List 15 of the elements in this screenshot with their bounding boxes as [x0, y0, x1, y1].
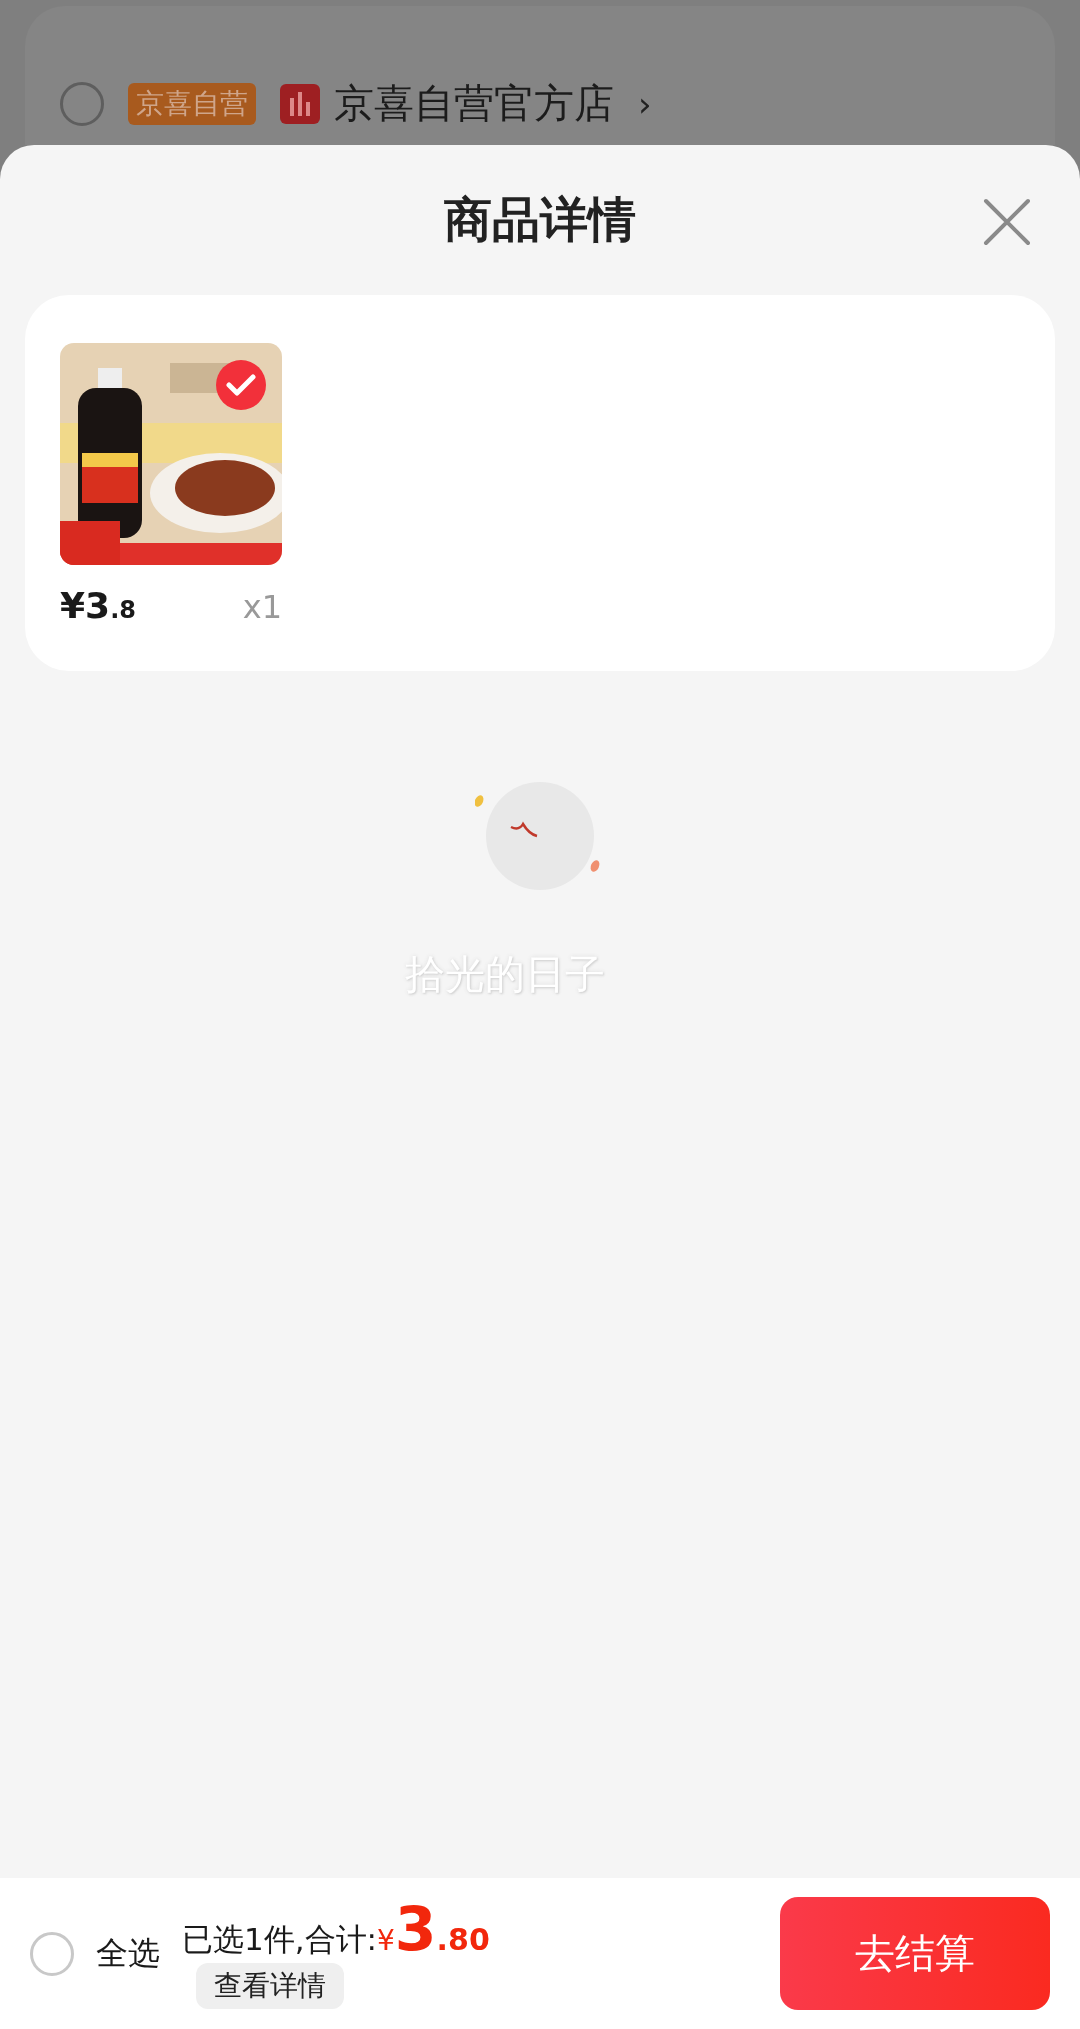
chevron[interactable]: ›	[638, 83, 652, 124]
quantity: x1	[242, 588, 282, 626]
store-name[interactable]: 京喜自营官方店	[334, 76, 614, 131]
total-price: ¥3.80	[377, 1898, 490, 1959]
select-all-label[interactable]: 全选	[96, 1931, 160, 1976]
selection-summary: 已选1件,合计:	[182, 1919, 378, 1959]
radio-button[interactable]	[60, 81, 104, 126]
details-button[interactable]: 查看详情	[196, 1962, 344, 2009]
close-icon[interactable]	[982, 197, 1032, 247]
check-icon[interactable]	[216, 360, 266, 410]
store-logo-icon	[280, 83, 320, 124]
price: ¥3.8	[60, 585, 136, 626]
checkout-button[interactable]: 去结算	[780, 1897, 1050, 2010]
store-badge: 京喜自营	[128, 82, 256, 125]
sheet-title: 商品详情	[444, 190, 636, 249]
